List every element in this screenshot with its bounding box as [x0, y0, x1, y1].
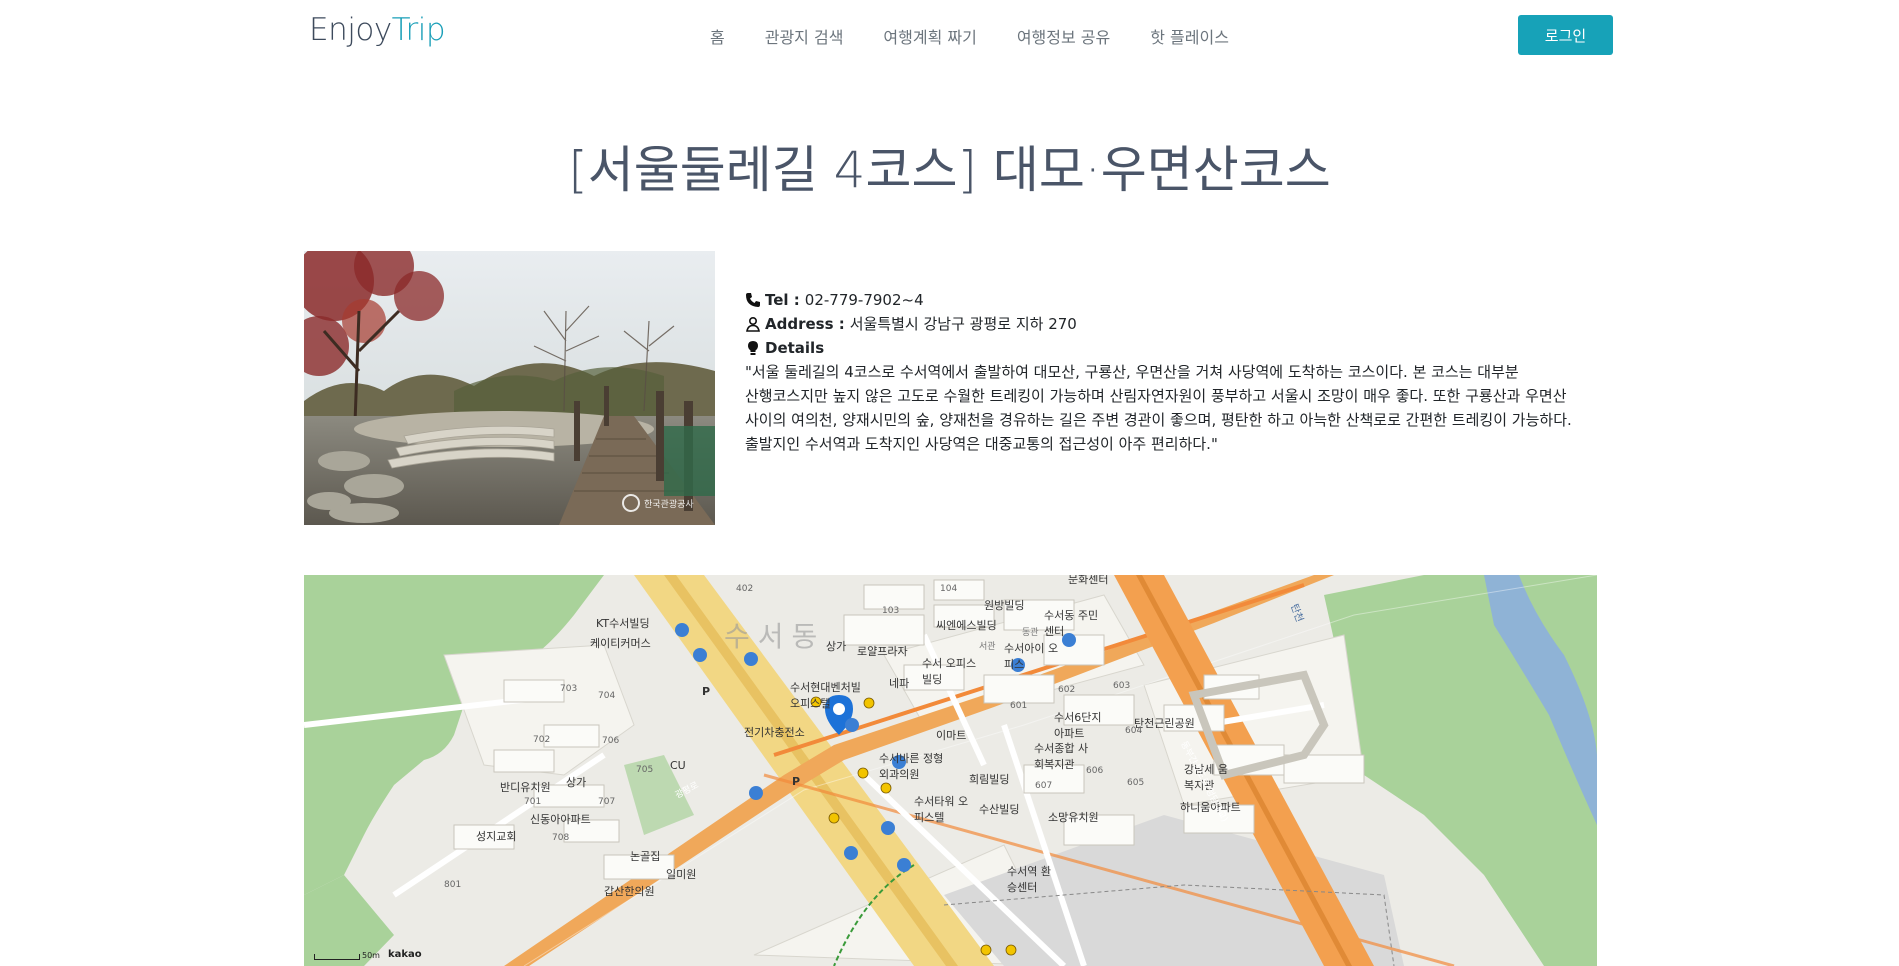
map-label-somang[interactable]: 소망유치원 [1048, 809, 1099, 825]
map-label-suseo-bareun[interactable]: 수서바른 정형외과의원 [879, 750, 949, 782]
map-num: 602 [1058, 685, 1076, 695]
map-label-p1: P [702, 685, 711, 698]
map-label-katicommerce[interactable]: 케이티커머스 [590, 635, 651, 651]
lightbulb-icon [748, 341, 758, 355]
tel-value: 02-779-7902~4 [804, 291, 924, 309]
scale-bar [314, 954, 360, 960]
map-label-sanga2[interactable]: 상가 [566, 774, 586, 790]
map-label-heerim[interactable]: 희림빌딩 [969, 771, 1009, 787]
map-num: 703 [560, 684, 578, 694]
map-label-cnm[interactable]: 씨엔에스빌딩 [936, 617, 997, 633]
map-base [304, 575, 1597, 966]
map-label-cu[interactable]: CU [670, 759, 686, 772]
nav-trip-plan[interactable]: 여행계획 짜기 [883, 24, 976, 48]
map-label-p2: P [792, 775, 801, 788]
navbar: EnjoyTrip 홈 관광지 검색 여행계획 짜기 여행정보 공유 핫 플레이… [0, 0, 1899, 68]
map-label-suseo-dong-center[interactable]: 수서동 주민센터 [1044, 607, 1104, 639]
brand-logo[interactable]: EnjoyTrip [309, 12, 446, 48]
map-label-roal[interactable]: 로얄프라자 [857, 643, 908, 659]
map-label-nongol[interactable]: 논골집 [630, 848, 660, 864]
map-label-sindong[interactable]: 신동아아파트 [530, 811, 591, 827]
brand-part1: Enjoy [309, 12, 392, 48]
nav-info-share[interactable]: 여행정보 공유 [1017, 24, 1110, 48]
map-num: 601 [1010, 701, 1028, 711]
map-label-station-center[interactable]: 수서역 환승센터 [1007, 863, 1057, 895]
map-num: 801 [444, 880, 462, 890]
map-label-gapsan[interactable]: 갑산한의원 [604, 883, 655, 899]
tel-row: Tel : 02-779-7902~4 [745, 288, 1600, 312]
map-label-sanga1[interactable]: 상가 [826, 638, 846, 654]
map-num: 701 [524, 797, 542, 807]
person-pin-icon [746, 316, 760, 332]
map-label-tancheon-park[interactable]: 탄천근린공원 [1134, 715, 1195, 731]
map-num: 104 [940, 584, 958, 594]
phone-icon [746, 293, 760, 307]
map-num: 402 [736, 584, 754, 594]
map-num: 708 [552, 833, 570, 843]
map-label-suseo-i[interactable]: 수서아이 오피스 [1004, 640, 1060, 672]
login-button[interactable]: 로그인 [1518, 15, 1613, 55]
map-num: 605 [1127, 778, 1145, 788]
map-label-bandi[interactable]: 반디유치원 [500, 779, 551, 795]
map-label-suseo-office[interactable]: 수서 오피스빌딩 [922, 655, 982, 687]
map-label-jeongi[interactable]: 전기차충전소 [744, 724, 805, 740]
map-num: 606 [1086, 766, 1104, 776]
map-num: 607 [1035, 781, 1053, 791]
park-scene-image: 한국관광공사 [304, 251, 715, 525]
map-num: 603 [1113, 681, 1131, 691]
scale-label: 50m [362, 951, 380, 960]
address-label: Address : [765, 315, 845, 333]
details-row: Details [745, 336, 1600, 360]
map-view[interactable]: 수서동 KT수서빌딩 케이티커머스 상가 로얄프라자 씨엔에스빌딩 원방빌딩 수… [304, 575, 1597, 966]
map-label-nepa[interactable]: 네파 [889, 675, 909, 691]
map-num: 103 [882, 606, 900, 616]
map-label-seongji[interactable]: 성지교회 [476, 828, 516, 844]
nav-hot-place[interactable]: 핫 플레이스 [1150, 24, 1229, 48]
nav-menu: 홈 관광지 검색 여행계획 짜기 여행정보 공유 핫 플레이스 [710, 24, 1269, 48]
map-label-kt[interactable]: KT수서빌딩 [596, 615, 650, 631]
map-num: 705 [636, 765, 654, 775]
map-num: 702 [533, 735, 551, 745]
map-scale: 50m kakao [314, 949, 422, 960]
address-row: Address : 서울특별시 강남구 광평로 지하 270 [745, 312, 1600, 336]
page-title: [서울둘레길 4코스] 대모·우면산코스 [568, 141, 1331, 199]
map-label-emart[interactable]: 이마트 [936, 727, 966, 743]
map-num: 604 [1125, 726, 1143, 736]
attraction-info: Tel : 02-779-7902~4 Address : 서울특별시 강남구 … [745, 288, 1600, 456]
photo-watermark: 한국관광공사 [644, 498, 694, 510]
map-label-suseo-tower[interactable]: 수서타워 오피스텔 [914, 793, 970, 825]
map-label-susan[interactable]: 수산빌딩 [979, 801, 1019, 817]
address-value: 서울특별시 강남구 광평로 지하 270 [849, 315, 1077, 333]
map-label-ilmi[interactable]: 일미원 [666, 866, 696, 882]
brand-part2: Trip [391, 12, 446, 48]
map-label-hyundai[interactable]: 수서현대벤처빌 오피스텔 [790, 679, 870, 711]
nav-home[interactable]: 홈 [710, 24, 725, 48]
details-text: "서울 둘레길의 4코스로 수서역에서 출발하여 대모산, 구룡산, 우면산을 … [745, 363, 1572, 453]
details-label: Details [765, 339, 825, 357]
map-label-seogwan: 서관 [979, 642, 996, 652]
map-district-label: 수서동 [724, 620, 826, 653]
map-label-suseo6[interactable]: 수서6단지 아파트 [1054, 709, 1110, 741]
nav-attraction-search[interactable]: 관광지 검색 [765, 24, 844, 48]
map-label-donggwan: 동관 [1022, 628, 1039, 638]
map-num: 706 [602, 736, 620, 746]
attraction-photo: 한국관광공사 [304, 251, 715, 525]
map-label-wonbang[interactable]: 원방빌딩 [984, 597, 1024, 613]
map-num: 704 [598, 691, 616, 701]
tel-label: Tel : [765, 291, 800, 309]
map-num: 707 [598, 797, 616, 807]
map-provider-logo[interactable]: kakao [388, 949, 422, 960]
map-label-munhwa[interactable]: 문화센터 [1068, 575, 1108, 587]
